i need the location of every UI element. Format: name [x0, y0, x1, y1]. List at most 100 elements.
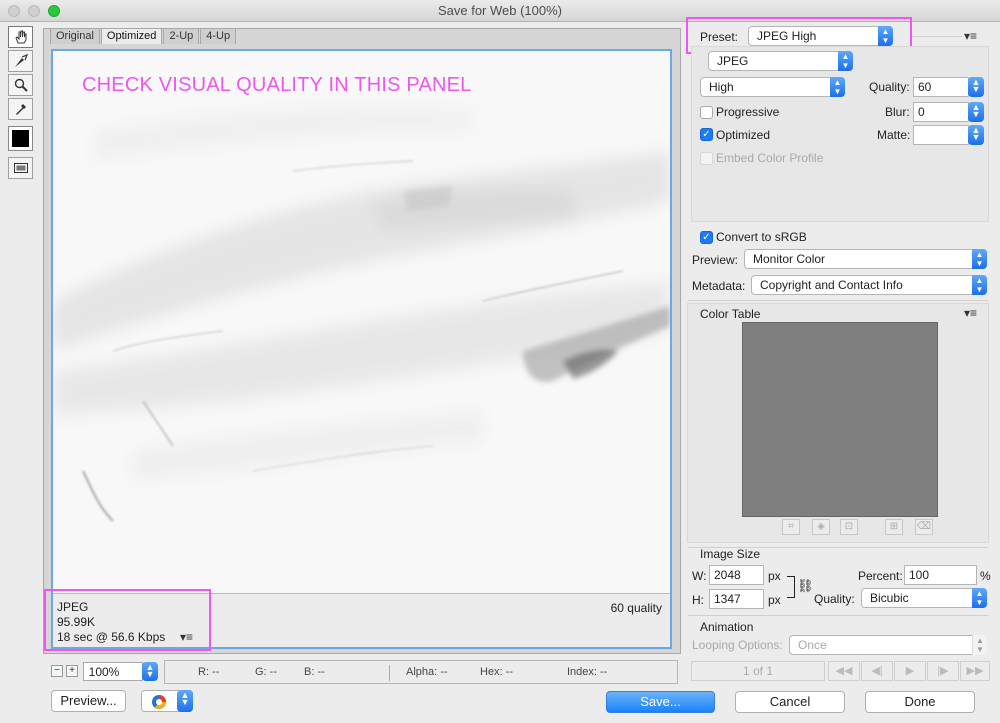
map-color-icon[interactable]: ⌗ [782, 519, 800, 535]
toggle-slices-visibility-icon[interactable] [8, 157, 33, 179]
constrain-proportions-icon[interactable]: ⛓ [797, 578, 814, 594]
metadata-stepper-icon: ▲ ▼ [972, 275, 987, 295]
tab-4-up[interactable]: 4-Up [200, 28, 237, 44]
convert-srgb-label: Convert to sRGB [716, 230, 807, 244]
metadata-select[interactable]: Copyright and Contact Info ▲ ▼ [751, 275, 987, 295]
frame-counter: 1 of 1 [691, 661, 825, 681]
delete-color-icon[interactable]: ⌫ [915, 519, 933, 535]
separator [688, 615, 988, 616]
tab-2-up[interactable]: 2-Up [163, 28, 200, 44]
info-highlight-box [44, 589, 211, 651]
width-label: W: [692, 569, 707, 583]
readout-index: Index: -- [567, 666, 608, 678]
progressive-checkbox[interactable] [700, 106, 713, 119]
resample-stepper-icon: ▲ ▼ [972, 588, 987, 608]
quality-label: Quality: [869, 80, 910, 94]
animation-title: Animation [700, 620, 754, 634]
next-frame-icon[interactable]: |▶ [927, 661, 959, 681]
looping-value: Once [798, 638, 827, 652]
looping-stepper-icon: ▲ ▼ [972, 635, 987, 655]
compression-stepper-icon: ▲ ▼ [830, 77, 845, 97]
progressive-label: Progressive [716, 105, 780, 119]
preview-color-select[interactable]: Monitor Color ▲ ▼ [744, 249, 987, 269]
new-color-icon[interactable]: ⊞ [885, 519, 903, 535]
tab-original[interactable]: Original [50, 28, 100, 44]
resample-quality-select[interactable]: Bicubic ▲ ▼ [861, 588, 987, 608]
percent-field[interactable]: 100 [904, 565, 977, 585]
last-frame-icon[interactable]: ▶▶ [960, 661, 990, 681]
compression-quality-select[interactable]: High ▲ ▼ [700, 77, 845, 97]
info-quality: 60 quality [610, 601, 662, 615]
hand-tool-icon[interactable] [8, 26, 33, 48]
window-title: Save for Web (100%) [437, 3, 563, 18]
constrain-bracket [787, 576, 795, 598]
preview-in-browser-button[interactable]: Preview... [51, 690, 126, 712]
format-value: JPEG [717, 54, 749, 68]
optimized-checkbox[interactable]: ✓ [700, 128, 713, 141]
zoom-out-button[interactable]: − [51, 665, 63, 677]
zoom-in-button[interactable]: + [66, 665, 78, 677]
percent-label: Percent: [858, 569, 903, 583]
first-frame-icon[interactable]: ◀◀ [828, 661, 860, 681]
browser-icon [152, 695, 166, 709]
zoom-level-field[interactable]: 100% [83, 662, 143, 681]
format-stepper-icon: ▲ ▼ [838, 51, 853, 71]
zoom-tool-icon[interactable] [8, 74, 33, 96]
height-field[interactable]: 1347 [709, 589, 764, 609]
zoom-level-stepper-icon[interactable]: ▲ ▼ [142, 662, 158, 681]
optimized-image-view[interactable]: JPEG 95.99K 18 sec @ 56.6 Kbps ▾≡ 60 qua… [51, 49, 672, 649]
format-select[interactable]: JPEG ▲ ▼ [708, 51, 853, 71]
optimized-label: Optimized [716, 128, 771, 142]
color-table-menu-icon[interactable]: ▾≡ [964, 306, 977, 320]
compression-value: High [709, 80, 734, 94]
convert-srgb-checkbox[interactable]: ✓ [700, 231, 713, 244]
percent-unit: % [980, 569, 991, 583]
marble-image [53, 51, 670, 593]
done-button[interactable]: Done [865, 691, 975, 713]
play-icon[interactable]: ▶ [894, 661, 926, 681]
height-label: H: [692, 593, 704, 607]
tab-optimized[interactable]: Optimized [100, 28, 163, 44]
metadata-value: Copyright and Contact Info [760, 278, 903, 292]
metadata-label: Metadata: [692, 279, 746, 293]
annotation-text: CHECK VISUAL QUALITY IN THIS PANEL [82, 74, 472, 96]
readout-hex: Hex: -- [480, 666, 513, 678]
blur-stepper-icon[interactable]: ▲ ▼ [968, 102, 984, 122]
readout-alpha: Alpha: -- [406, 666, 448, 678]
preset-separator [912, 36, 962, 37]
looping-options-select[interactable]: Once ▲ ▼ [789, 635, 987, 655]
preview-stepper-icon: ▲ ▼ [972, 249, 987, 269]
matte-field[interactable] [913, 125, 969, 145]
resample-quality-value: Bicubic [870, 591, 909, 605]
embed-color-profile-checkbox[interactable] [700, 152, 713, 165]
browser-select-stepper-icon: ▲ ▼ [177, 690, 193, 712]
color-table-swatches[interactable] [742, 322, 938, 517]
zoom-controls: − + 100% ▲ ▼ [45, 661, 160, 685]
matte-stepper-icon[interactable]: ▲ ▼ [968, 125, 984, 145]
optimize-menu-icon[interactable]: ▾≡ [964, 29, 977, 43]
width-unit: px [768, 569, 781, 583]
previous-frame-icon[interactable]: ◀| [861, 661, 893, 681]
save-button[interactable]: Save... [606, 691, 715, 713]
lock-color-icon[interactable]: ⊡ [840, 519, 858, 535]
web-shift-icon[interactable]: ◈ [812, 519, 830, 535]
quality-field[interactable]: 60 [913, 77, 969, 97]
slice-select-tool-icon[interactable] [8, 50, 33, 72]
color-table-title: Color Table [700, 307, 761, 321]
view-tabs: Original Optimized 2-Up 4-Up [50, 28, 237, 44]
embed-color-profile-label: Embed Color Profile [716, 151, 824, 165]
blur-label: Blur: [885, 105, 910, 119]
eyedropper-color-swatch[interactable] [8, 126, 33, 151]
browser-select[interactable]: ▲ ▼ [141, 690, 193, 712]
cancel-button[interactable]: Cancel [735, 691, 845, 713]
height-unit: px [768, 593, 781, 607]
matte-label: Matte: [877, 128, 911, 142]
width-field[interactable]: 2048 [709, 565, 764, 585]
blur-field[interactable]: 0 [913, 102, 969, 122]
eyedropper-tool-icon[interactable] [8, 98, 33, 120]
image-size-title: Image Size [700, 547, 761, 561]
readout-r: R: -- [198, 666, 220, 678]
preview-value: Monitor Color [753, 252, 826, 266]
looping-options-label: Looping Options: [692, 638, 783, 652]
quality-stepper-icon[interactable]: ▲ ▼ [968, 77, 984, 97]
